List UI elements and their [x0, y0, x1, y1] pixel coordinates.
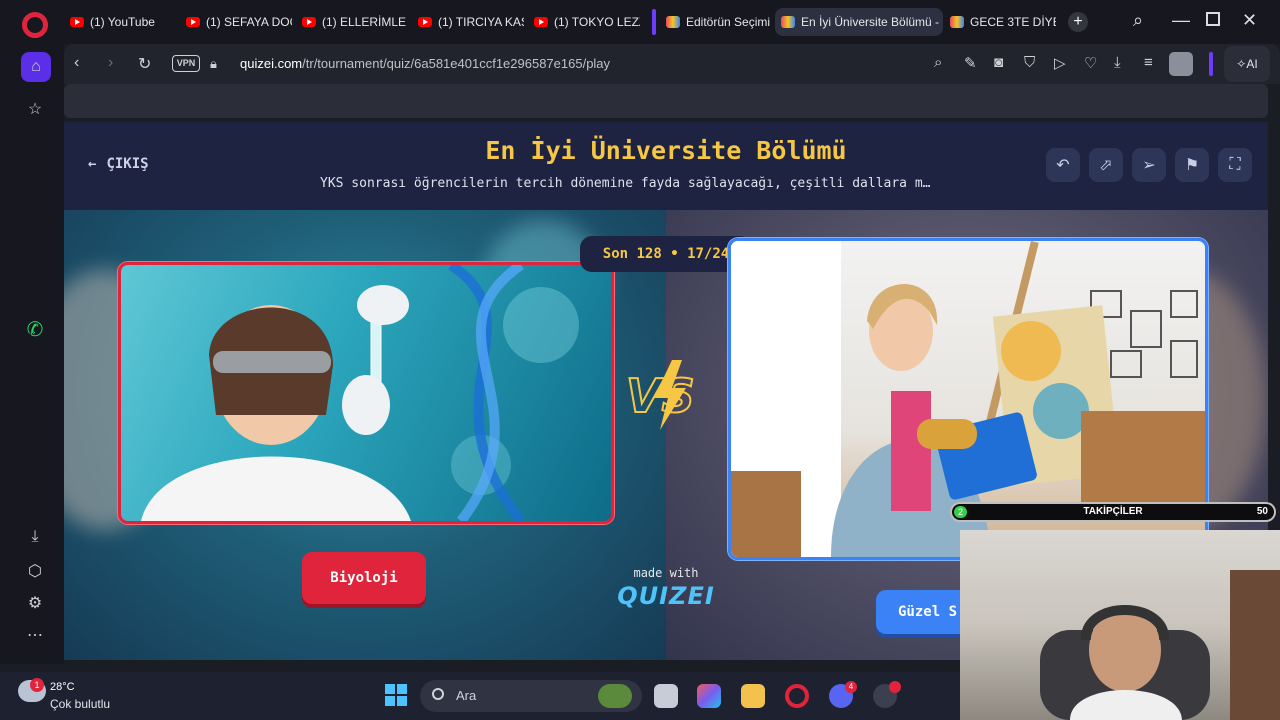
- fullscreen-icon[interactable]: ⛶: [1218, 148, 1252, 182]
- opera-logo-icon[interactable]: [22, 12, 48, 38]
- screen: (1) YouTube (1) SEFAYA DOĞ (1) ELLERİMLE…: [0, 0, 1280, 720]
- tab-label: (1) YouTube: [90, 15, 155, 29]
- tab-group-indicator: [652, 9, 656, 35]
- weather-condition[interactable]: Çok bulutlu: [50, 697, 110, 711]
- star-icon[interactable]: ☆: [20, 94, 50, 124]
- temperature[interactable]: 28°C: [50, 681, 75, 693]
- versus-bolt-icon: VS: [625, 360, 696, 430]
- followers-goal-bar: 2 TAKİPÇİLER 50: [950, 502, 1276, 522]
- quizei-icon: [781, 16, 795, 28]
- back-icon[interactable]: ‹: [74, 54, 79, 72]
- download-icon[interactable]: ⤓: [20, 522, 50, 552]
- bing-highlight-icon[interactable]: [598, 684, 632, 708]
- flag-icon[interactable]: ⚑: [1175, 148, 1209, 182]
- quizei-logo[interactable]: QUIZEI: [616, 582, 716, 610]
- heart-icon[interactable]: ♡: [1084, 54, 1097, 72]
- followers-label: TAKİPÇİLER: [1083, 506, 1143, 517]
- gear-icon[interactable]: ⚙: [20, 588, 50, 618]
- left-option-button[interactable]: Biyoloji: [302, 552, 426, 604]
- windows-taskbar: 1 28°C Çok bulutlu Ara 4: [0, 672, 960, 720]
- quizei-icon: [950, 16, 964, 28]
- task-view-icon[interactable]: [654, 684, 678, 708]
- obs-record-badge: [889, 681, 901, 693]
- sidebar-accent: [1209, 52, 1213, 76]
- windows-start-icon[interactable]: [385, 684, 407, 706]
- round-badge: Son 128 • 17/24: [580, 236, 752, 272]
- url-field[interactable]: quizei.com/tr/tournament/quiz/6a581e401c…: [240, 56, 610, 71]
- maximize-icon[interactable]: [1206, 12, 1220, 26]
- address-bar: ‹ › ↻ VPN 🔒︎ quizei.com/tr/tournament/qu…: [64, 44, 1280, 84]
- opera-icon[interactable]: [785, 684, 809, 708]
- lock-icon[interactable]: 🔒︎: [210, 56, 217, 72]
- webcam-feed: [960, 530, 1280, 720]
- tab-sefaya[interactable]: (1) SEFAYA DOĞ: [180, 8, 292, 36]
- tab-label: (1) SEFAYA DOĞ: [206, 15, 292, 29]
- edit-icon[interactable]: ✎: [964, 54, 977, 72]
- url-path: /tr/tournament/quiz/6a581e401ccf1e296587…: [302, 56, 611, 71]
- quiz-subtitle: YKS sonrası öğrencilerin tercih dönemine…: [320, 176, 931, 191]
- tab-current-quiz[interactable]: En İyi Üniversite Bölümü -: [775, 8, 943, 36]
- youtube-icon: [302, 17, 316, 27]
- tab-label: (1) TOKYO LEZZ: [554, 15, 640, 29]
- quizei-icon: [666, 16, 680, 28]
- tab-tirciya[interactable]: (1) TIRCIYA KASK: [412, 8, 524, 36]
- whatsapp-icon[interactable]: ✆: [20, 314, 50, 344]
- search-tabs-icon[interactable]: ⌕: [1133, 10, 1143, 31]
- camera-icon[interactable]: ◙: [994, 54, 1003, 71]
- send-icon[interactable]: ➢: [1132, 148, 1166, 182]
- download-icon[interactable]: ⤓: [1114, 54, 1121, 71]
- browser-tab-bar: (1) YouTube (1) SEFAYA DOĞ (1) ELLERİMLE…: [0, 0, 1280, 44]
- bookmark-strip: [64, 84, 1268, 118]
- forward-icon[interactable]: ›: [108, 54, 113, 72]
- menu-icon[interactable]: ≡: [1144, 54, 1153, 71]
- shield-icon[interactable]: ⛉: [1024, 54, 1035, 71]
- tab-gece[interactable]: GECE 3TE DİYET: [944, 8, 1056, 36]
- send-icon[interactable]: ▷: [1054, 54, 1066, 72]
- search-icon: [432, 688, 444, 700]
- profile-avatar[interactable]: [1169, 52, 1193, 76]
- weather-badge: 1: [30, 678, 44, 692]
- home-icon[interactable]: ⌂: [21, 52, 51, 82]
- youtube-icon: [70, 17, 84, 27]
- close-icon[interactable]: ✕: [1242, 10, 1257, 31]
- quiz-title: En İyi Üniversite Bölümü: [485, 136, 847, 165]
- followers-goal: 50: [1256, 506, 1268, 517]
- tab-label: (1) TIRCIYA KASK: [438, 15, 524, 29]
- tab-tokyo[interactable]: (1) TOKYO LEZZ: [528, 8, 640, 36]
- youtube-icon: [534, 17, 548, 27]
- streamer-image: [1040, 570, 1280, 720]
- ai-label: AI: [1246, 57, 1258, 71]
- cube-icon[interactable]: ⬡: [20, 556, 50, 586]
- tab-ellerimle[interactable]: (1) ELLERİMLE PE: [296, 8, 408, 36]
- ai-button[interactable]: ✧AI: [1224, 46, 1270, 82]
- search-icon[interactable]: ⌕: [934, 54, 942, 71]
- youtube-icon: [186, 17, 200, 27]
- share-icon[interactable]: ⬀: [1089, 148, 1123, 182]
- tab-label: En İyi Üniversite Bölümü -: [801, 15, 940, 29]
- copilot-icon[interactable]: [697, 684, 721, 708]
- reload-icon[interactable]: ↻: [138, 54, 151, 74]
- new-tab-button[interactable]: +: [1068, 12, 1088, 32]
- tab-label: Editörün Seçimi: [686, 15, 770, 29]
- browser-sidebar: ⌂ ☆ ✆ ⤓ ⬡ ⚙ ⋯: [0, 44, 64, 664]
- left-option-image[interactable]: [118, 262, 614, 524]
- tab-youtube[interactable]: (1) YouTube: [64, 8, 176, 36]
- tab-label: (1) ELLERİMLE PE: [322, 15, 408, 29]
- tab-editor-pick[interactable]: Editörün Seçimi: [660, 8, 770, 36]
- youtube-icon: [418, 17, 432, 27]
- minimize-icon[interactable]: —: [1172, 10, 1190, 31]
- made-with-label: made with: [633, 566, 699, 580]
- undo-icon[interactable]: ↶: [1046, 148, 1080, 182]
- biology-scene: [141, 265, 579, 521]
- file-explorer-icon[interactable]: [741, 684, 765, 708]
- url-host: quizei.com: [240, 56, 303, 71]
- more-icon[interactable]: ⋯: [20, 620, 50, 650]
- discord-badge: 4: [845, 681, 857, 693]
- tab-label: GECE 3TE DİYET: [970, 15, 1056, 29]
- vpn-badge[interactable]: VPN: [172, 55, 200, 72]
